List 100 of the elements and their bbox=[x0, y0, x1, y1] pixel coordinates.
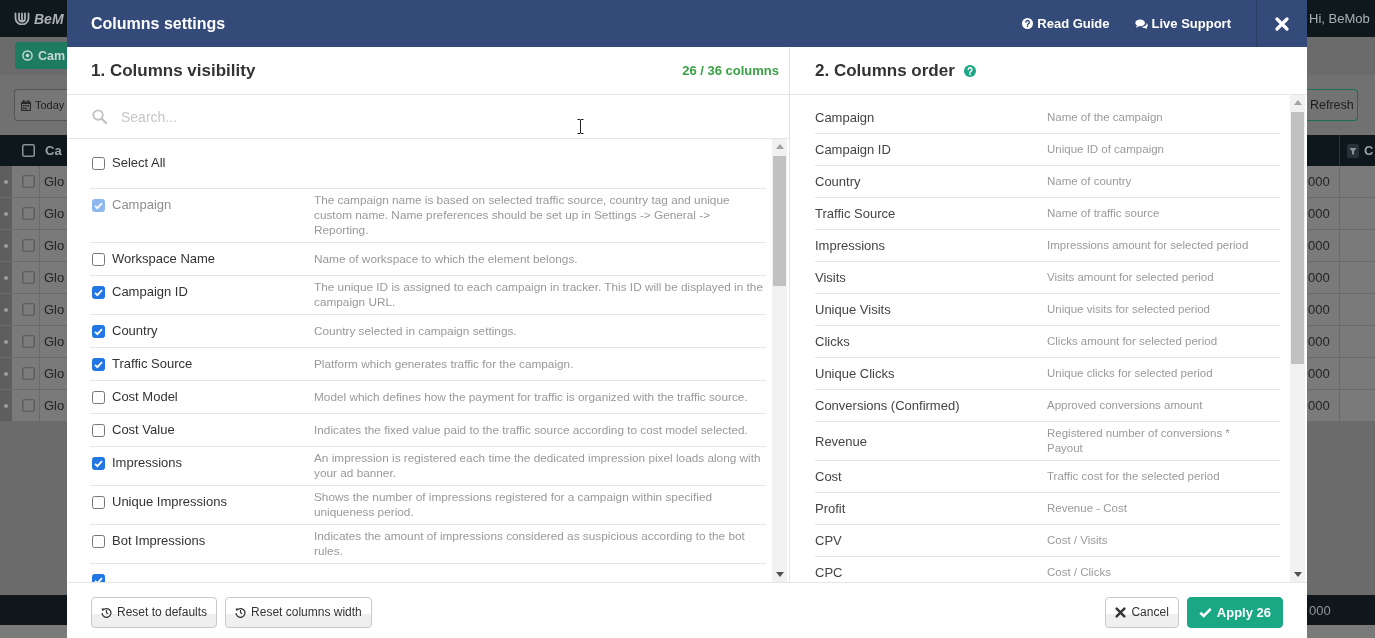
table-row[interactable]: 000 bbox=[1307, 358, 1375, 390]
checkbox[interactable] bbox=[92, 534, 105, 548]
checkbox[interactable] bbox=[92, 423, 105, 437]
column-name[interactable]: Unique Visits bbox=[815, 298, 1047, 321]
column-name[interactable]: Campaign bbox=[815, 106, 1047, 129]
reset-button[interactable]: Reset columns width bbox=[225, 596, 372, 628]
column-name[interactable]: Country bbox=[815, 170, 1047, 193]
column-name[interactable]: Cost Model bbox=[112, 385, 178, 409]
column-name[interactable]: Bot Impressions bbox=[112, 529, 206, 553]
column-description: Cost / Clicks bbox=[1047, 565, 1112, 580]
column-description: Name of workspace to which the element belongs. bbox=[314, 250, 579, 268]
scroll-up-icon[interactable] bbox=[1293, 100, 1302, 105]
column-name[interactable]: Campaign ID bbox=[815, 138, 1047, 161]
column-description: The unique ID is assigned to each campaign in tracker. This ID will be displayed in the campaign URL. bbox=[314, 280, 764, 310]
table-row[interactable]: 000 bbox=[1307, 198, 1375, 230]
column-name[interactable]: Unique Clicks bbox=[815, 362, 1047, 385]
select-all-label[interactable]: Select All bbox=[112, 151, 166, 175]
table-row[interactable]: Glo bbox=[0, 390, 67, 422]
scroll-down-icon[interactable] bbox=[1293, 572, 1302, 577]
table-row[interactable]: 000 bbox=[1307, 390, 1375, 422]
table-row[interactable]: Glo bbox=[0, 198, 67, 230]
date-button[interactable]: Today bbox=[14, 89, 67, 121]
column-header[interactable]: C bbox=[1364, 143, 1374, 158]
column-description: Clicks amount for selected period bbox=[1047, 334, 1219, 349]
column-name[interactable]: Traffic Source bbox=[112, 352, 193, 376]
scrollbar-thumb[interactable] bbox=[773, 156, 786, 286]
scrollbar[interactable] bbox=[1290, 95, 1305, 582]
column-name[interactable]: CPV bbox=[815, 529, 1047, 552]
table-cell-text: 000 bbox=[1308, 602, 1331, 618]
checkbox[interactable] bbox=[22, 239, 35, 252]
column-name[interactable]: Profit bbox=[815, 497, 1047, 520]
table-row[interactable]: Glo bbox=[0, 326, 67, 358]
horizontal-scrollbar[interactable] bbox=[1307, 625, 1375, 638]
checkbox[interactable] bbox=[92, 156, 105, 170]
table-row[interactable]: Glo bbox=[0, 230, 67, 262]
calendar-icon bbox=[21, 99, 31, 111]
scroll-up-icon[interactable] bbox=[775, 144, 784, 149]
table-row[interactable]: 000 bbox=[1307, 166, 1375, 198]
greeting-text[interactable]: Hi, BeMob bbox=[1309, 11, 1370, 26]
checkbox[interactable] bbox=[22, 399, 35, 412]
table-row[interactable]: Glo bbox=[0, 294, 67, 326]
horizontal-scrollbar[interactable] bbox=[0, 625, 67, 638]
column-name[interactable]: Impressions bbox=[815, 234, 1047, 257]
table-row[interactable]: 000 bbox=[1307, 262, 1375, 294]
column-name[interactable]: Conversions (Confirmed) bbox=[815, 394, 1047, 417]
checkbox[interactable] bbox=[92, 456, 105, 470]
column-name[interactable]: Unique Impressions bbox=[112, 490, 227, 514]
table-row[interactable]: Glo bbox=[0, 166, 67, 198]
guide-link[interactable]: Read Guide bbox=[1022, 16, 1110, 31]
checkbox[interactable] bbox=[92, 252, 105, 266]
column-description: Shows the number of impressions registered for a campaign within specified uniqueness period. bbox=[314, 490, 713, 520]
refresh-button[interactable]: Refresh bbox=[1307, 89, 1358, 121]
filter-icon[interactable] bbox=[1347, 143, 1359, 158]
column-name[interactable]: Cost bbox=[815, 465, 1047, 488]
checkbox[interactable] bbox=[22, 144, 35, 157]
column-name[interactable]: Visits bbox=[815, 266, 1047, 289]
checkbox[interactable] bbox=[22, 367, 35, 380]
column-name[interactable]: CPC bbox=[815, 561, 1047, 582]
column-name[interactable]: Traffic Source bbox=[815, 202, 1047, 225]
column-name[interactable]: Cost Value bbox=[112, 418, 175, 442]
column-name[interactable]: Impressions bbox=[112, 451, 183, 475]
table-cell-text: Glo bbox=[43, 238, 65, 253]
column-name[interactable]: Workspace Name bbox=[112, 247, 216, 271]
support-link[interactable]: Live Support bbox=[1134, 16, 1231, 31]
dot-icon bbox=[4, 307, 8, 312]
table-row[interactable]: 000 bbox=[1307, 230, 1375, 262]
checkbox[interactable] bbox=[22, 303, 35, 316]
scrollbar-thumb[interactable] bbox=[1291, 112, 1304, 364]
help-icon bbox=[1022, 18, 1034, 29]
scroll-down-icon[interactable] bbox=[775, 572, 784, 577]
column-description: Revenue - Cost bbox=[1047, 501, 1128, 516]
column-name[interactable]: Campaign ID bbox=[112, 280, 188, 304]
column-description: Indicates the fixed value paid to the traffic source according to cost model selected. bbox=[314, 421, 749, 439]
cancel-button[interactable]: Cancel bbox=[1105, 596, 1179, 628]
checkbox[interactable] bbox=[22, 335, 35, 348]
scrollbar[interactable] bbox=[772, 139, 787, 582]
table-row[interactable]: 000 bbox=[1307, 294, 1375, 326]
column-header[interactable]: Ca bbox=[45, 143, 62, 158]
column-name[interactable]: Revenue bbox=[815, 429, 1047, 453]
column-description: Traffic cost for the selected period bbox=[1047, 469, 1221, 484]
table-row[interactable]: 000 bbox=[1307, 326, 1375, 358]
checkbox[interactable] bbox=[22, 175, 35, 188]
table-row[interactable]: Glo bbox=[0, 262, 67, 294]
column-name[interactable]: Clicks bbox=[815, 330, 1047, 353]
panel-title: 2. Columns order bbox=[815, 60, 955, 81]
checkbox[interactable] bbox=[92, 390, 105, 404]
search-field[interactable]: Search... bbox=[121, 101, 769, 132]
checkbox[interactable] bbox=[92, 357, 105, 371]
checkbox[interactable] bbox=[92, 495, 105, 509]
cross-icon bbox=[1115, 606, 1127, 618]
checkbox[interactable] bbox=[92, 324, 105, 338]
table-row[interactable]: Glo bbox=[0, 358, 67, 390]
checkbox[interactable] bbox=[22, 271, 35, 284]
help-icon[interactable] bbox=[963, 64, 976, 77]
column-name[interactable]: Country bbox=[112, 319, 158, 343]
column-description: Cost / Visits bbox=[1047, 533, 1109, 548]
check-icon bbox=[1198, 606, 1212, 618]
reset-button[interactable]: Reset to defaults bbox=[91, 596, 218, 628]
checkbox[interactable] bbox=[92, 285, 105, 299]
checkbox[interactable] bbox=[22, 207, 35, 220]
